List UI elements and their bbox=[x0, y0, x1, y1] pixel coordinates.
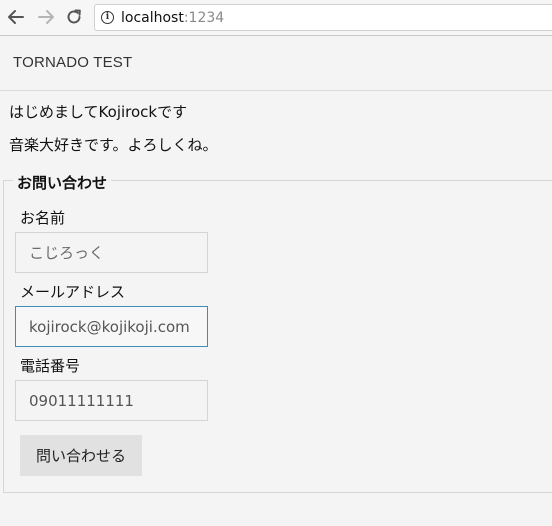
url-port: :1234 bbox=[183, 9, 225, 26]
forward-arrow-icon[interactable] bbox=[35, 6, 57, 28]
phone-input[interactable] bbox=[15, 380, 208, 421]
info-icon[interactable]: i bbox=[101, 11, 114, 24]
address-bar[interactable]: i localhost:1234 bbox=[94, 4, 552, 31]
url-host: localhost bbox=[121, 9, 184, 26]
reload-icon[interactable] bbox=[63, 6, 85, 28]
site-title: TORNADO TEST bbox=[13, 54, 133, 71]
name-label: お名前 bbox=[20, 209, 66, 227]
header-divider bbox=[0, 90, 552, 91]
browser-toolbar: i localhost:1234 bbox=[0, 0, 552, 36]
contact-fieldset: お問い合わせ お名前 メールアドレス 電話番号 問い合わせる bbox=[3, 172, 552, 493]
contact-legend: お問い合わせ bbox=[13, 172, 112, 193]
back-arrow-icon[interactable] bbox=[5, 6, 27, 28]
name-input[interactable] bbox=[15, 232, 208, 273]
submit-button[interactable]: 問い合わせる bbox=[20, 435, 142, 476]
intro-line-2: 音楽大好きです。よろしくね。 bbox=[9, 136, 218, 154]
phone-label: 電話番号 bbox=[20, 357, 81, 375]
email-label: メールアドレス bbox=[20, 283, 126, 301]
email-input[interactable] bbox=[15, 306, 208, 347]
intro-line-1: はじめましてKojirockです bbox=[9, 103, 188, 121]
page-content: TORNADO TEST はじめましてKojirockです 音楽大好きです。よろ… bbox=[0, 37, 552, 526]
